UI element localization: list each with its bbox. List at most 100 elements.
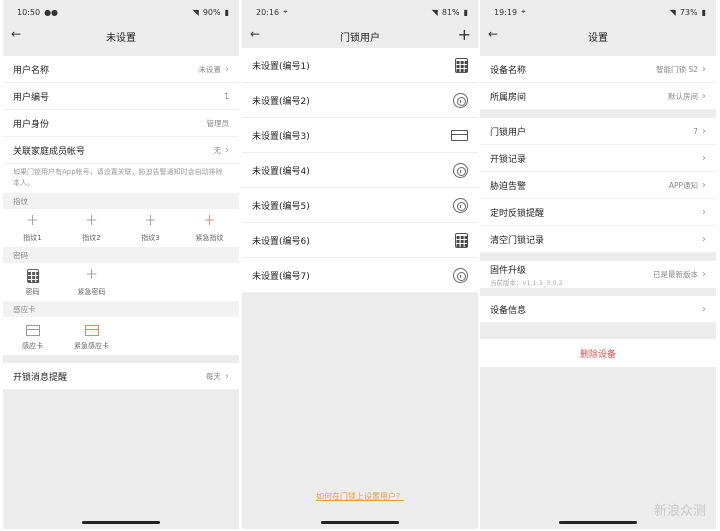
chevron-right-icon: › bbox=[702, 179, 706, 191]
lock-user-row[interactable]: 未设置(编号4) bbox=[242, 153, 478, 188]
device-info-row[interactable]: 设备信息 › bbox=[480, 296, 716, 323]
chevron-right-icon: › bbox=[702, 303, 706, 315]
signal-icon: ◥ bbox=[431, 7, 438, 17]
fingerprint-icon bbox=[453, 92, 468, 108]
signal-icon: ◥ bbox=[192, 7, 199, 17]
app-bar: ← 设置 bbox=[480, 24, 716, 48]
battery-icon: ▮ bbox=[463, 7, 468, 17]
slot-label: 紧急指纹 bbox=[195, 234, 224, 242]
location-icon: ⌖ bbox=[283, 7, 288, 16]
fingerprint-slot[interactable]: ＋ 指纹3 bbox=[121, 215, 180, 243]
card-slot[interactable]: 感应卡 bbox=[3, 323, 62, 351]
row-label: 用户身份 bbox=[13, 119, 50, 130]
user-name-row[interactable]: 用户名称 未设置 › bbox=[3, 56, 239, 83]
plus-icon: ＋ bbox=[84, 214, 98, 229]
slot-label: 指纹3 bbox=[141, 234, 160, 242]
user-label: 未设置(编号2) bbox=[252, 96, 310, 107]
back-arrow-icon[interactable]: ← bbox=[488, 27, 498, 41]
back-arrow-icon[interactable]: ← bbox=[11, 27, 21, 41]
lock-user-row[interactable]: 未设置(编号7) bbox=[242, 258, 478, 293]
user-label: 未设置(编号1) bbox=[252, 61, 310, 72]
firmware-version: 当前版本：v1.1.3_3.0.2 bbox=[490, 278, 563, 287]
lock-user-row[interactable]: 未设置(编号5) bbox=[242, 188, 478, 223]
lock-user-row[interactable]: 未设置(编号3) bbox=[242, 118, 478, 153]
row-value: 未设置 bbox=[198, 64, 222, 74]
emergency-password-slot[interactable]: ＋ 紧急密码 bbox=[62, 269, 121, 297]
home-indicator[interactable] bbox=[559, 521, 637, 524]
timed-lock-reminder-row[interactable]: 定时反锁提醒 › bbox=[480, 199, 716, 226]
status-time: 19:19 bbox=[494, 7, 518, 17]
status-bar: 10:50 ●● ◥ 90% ▮ bbox=[3, 0, 239, 24]
signal-icon: ◥ bbox=[669, 7, 676, 17]
keypad-icon: ▪▪▪ ▪▪▪ ▪▪▪ bbox=[455, 232, 469, 249]
chevron-right-icon: › bbox=[702, 269, 706, 280]
fingerprint-grid: ＋ 指纹1 ＋ 指纹2 ＋ 指纹3 ＋ 紧急指纹 bbox=[3, 209, 239, 247]
delete-device-button[interactable]: 删除设备 bbox=[480, 339, 716, 367]
user-role-row: 用户身份 管理员 bbox=[3, 110, 239, 137]
chevron-right-icon: › bbox=[702, 233, 706, 245]
plus-icon: ＋ bbox=[84, 268, 98, 283]
user-label: 未设置(编号5) bbox=[252, 201, 310, 212]
emergency-card-slot[interactable]: 紧急感应卡 bbox=[62, 323, 121, 351]
user-label: 未设置(编号7) bbox=[252, 271, 310, 282]
duress-alarm-row[interactable]: 胁迫告警 APP通知 › bbox=[480, 172, 716, 199]
user-label: 未设置(编号6) bbox=[252, 236, 310, 247]
fingerprint-slot[interactable]: ＋ 指纹1 bbox=[3, 215, 62, 243]
row-label: 清空门锁记录 bbox=[490, 235, 545, 246]
room-row[interactable]: 所属房间 默认房间 › bbox=[480, 83, 716, 110]
help-link[interactable]: 如何在门锁上设置用户？ bbox=[242, 491, 478, 502]
firmware-row[interactable]: 固件升级 当前版本：v1.1.3_3.0.2 已是最新版本 › bbox=[480, 261, 716, 288]
page-title: 未设置 bbox=[106, 32, 136, 44]
plus-icon: ＋ bbox=[202, 214, 216, 229]
row-label: 开锁消息提醒 bbox=[13, 372, 68, 383]
row-label: 所属房间 bbox=[490, 92, 527, 103]
row-label: 门锁用户 bbox=[490, 127, 527, 138]
status-bar: 20:16 ⌖ ◥ 81% ▮ bbox=[242, 0, 478, 24]
watermark: 新浪众测 bbox=[653, 504, 706, 519]
battery-icon: ▮ bbox=[224, 7, 229, 17]
clear-log-row[interactable]: 清空门锁记录 › bbox=[480, 226, 716, 253]
slot-label: 感应卡 bbox=[22, 342, 43, 350]
unlock-reminder-row[interactable]: 开锁消息提醒 每天 › bbox=[3, 363, 239, 390]
linked-account-row[interactable]: 关联家庭成员帐号 无 › bbox=[3, 137, 239, 164]
slot-label: 紧急感应卡 bbox=[74, 342, 109, 350]
user-detail-screen: 10:50 ●● ◥ 90% ▮ ← 未设置 用户名称 未设置 › 用户编号 1 用户身… bbox=[3, 0, 239, 529]
lock-users-row[interactable]: 门锁用户 7 › bbox=[480, 118, 716, 145]
battery-icon: ▮ bbox=[701, 7, 706, 17]
fingerprint-icon bbox=[453, 197, 468, 213]
lock-user-row[interactable]: 未设置(编号1) ▪▪▪ ▪▪▪ ▪▪▪ bbox=[242, 48, 478, 83]
slot-label: 指纹1 bbox=[23, 234, 42, 242]
battery-level: 81% bbox=[441, 7, 460, 17]
lock-user-row[interactable]: 未设置(编号2) bbox=[242, 83, 478, 118]
home-indicator[interactable] bbox=[82, 521, 160, 524]
password-slot[interactable]: ▪▪▪ ▪▪▪ ▪▪▪ 密码 bbox=[3, 269, 62, 297]
device-name-row[interactable]: 设备名称 智能门锁 S2 › bbox=[480, 56, 716, 83]
unlock-log-row[interactable]: 开锁记录 › bbox=[480, 145, 716, 172]
emergency-fingerprint-slot[interactable]: ＋ 紧急指纹 bbox=[180, 215, 239, 243]
lock-users-screen: 20:16 ⌖ ◥ 81% ▮ ← 门锁用户 + 未设置(编号1) ▪▪▪ ▪▪▪ ▪▪▪ … bbox=[242, 0, 478, 529]
row-value: 1 bbox=[224, 91, 229, 101]
home-indicator[interactable] bbox=[321, 521, 399, 524]
slot-label: 密码 bbox=[25, 288, 40, 296]
card-icon bbox=[451, 129, 468, 141]
row-label: 胁迫告警 bbox=[490, 181, 527, 192]
location-icon: ⌖ bbox=[521, 7, 526, 16]
back-arrow-icon[interactable]: ← bbox=[250, 27, 260, 41]
chevron-right-icon: › bbox=[702, 206, 706, 218]
user-number-row: 用户编号 1 bbox=[3, 83, 239, 110]
user-label: 未设置(编号3) bbox=[252, 131, 310, 142]
card-icon bbox=[25, 324, 40, 336]
row-value: 已是最新版本 bbox=[653, 270, 698, 279]
card-icon bbox=[84, 324, 99, 336]
row-value: APP通知 bbox=[668, 180, 698, 190]
fingerprint-slot[interactable]: ＋ 指纹2 bbox=[62, 215, 121, 243]
status-time: 20:16 bbox=[256, 7, 280, 17]
lock-user-row[interactable]: 未设置(编号6) ▪▪▪ ▪▪▪ ▪▪▪ bbox=[242, 223, 478, 258]
keypad-icon: ▪▪▪ ▪▪▪ ▪▪▪ bbox=[26, 269, 40, 285]
slot-label: 紧急密码 bbox=[77, 288, 106, 296]
plus-icon: ＋ bbox=[25, 214, 39, 229]
page-title: 设置 bbox=[588, 32, 608, 44]
battery-level: 90% bbox=[202, 7, 221, 17]
add-user-icon[interactable]: + bbox=[458, 25, 471, 45]
status-bar: 19:19 ⌖ ◥ 73% ▮ bbox=[480, 0, 716, 24]
